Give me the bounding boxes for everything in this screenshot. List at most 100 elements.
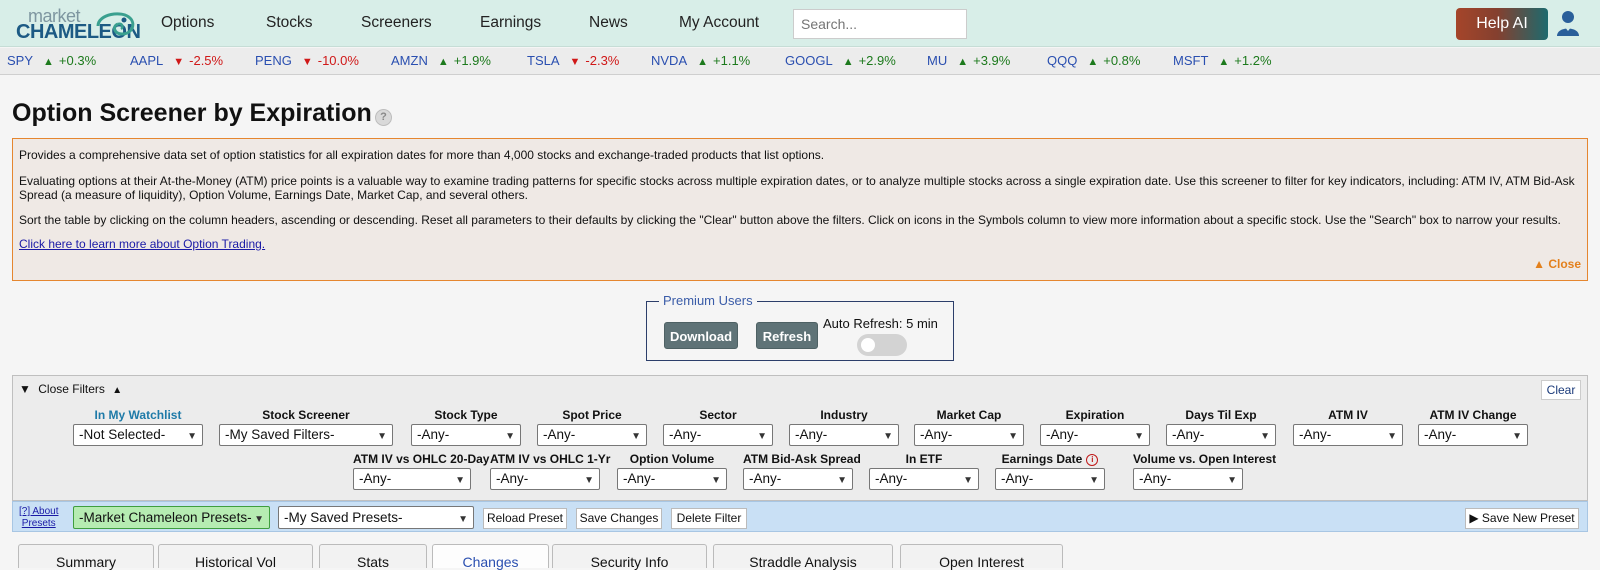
close-filters-toggle[interactable]: ▼ Close Filters ▲ (19, 382, 122, 396)
learn-options-link[interactable]: Click here to learn more about Option Tr… (19, 237, 265, 251)
filter-label: Spot Price (537, 408, 647, 423)
ticker-item[interactable]: TSLA ▼ -2.3% (527, 53, 619, 68)
help-ai-button[interactable]: Help AI (1456, 8, 1548, 40)
filter-select[interactable]: -Any- ▼ (490, 468, 600, 490)
reload-preset-button[interactable]: Reload Preset (483, 508, 567, 529)
filter-label: In ETF (869, 452, 979, 467)
filter-label-text: Option Volume (629, 452, 715, 466)
nav-stocks[interactable]: Stocks (266, 14, 313, 32)
filter-label-text: ATM IV vs OHLC 1-Yr (490, 452, 611, 466)
tab-security-info[interactable]: Security Info (552, 544, 707, 570)
chevron-down-icon: ▼ (837, 475, 847, 486)
chevron-down-icon: ▼ (757, 431, 767, 442)
tab-open-interest[interactable]: Open Interest (900, 544, 1063, 570)
ticker-item[interactable]: PENG ▼ -10.0% (255, 53, 359, 68)
arrow-up-icon: ▲ (43, 56, 54, 68)
chevron-down-icon: ▼ (1089, 475, 1099, 486)
filter-select[interactable]: -Any- ▼ (617, 468, 727, 490)
ticker-change: +3.9% (973, 53, 1011, 68)
user-account-icon[interactable] (1556, 9, 1580, 37)
clear-filters-button[interactable]: Clear (1541, 380, 1581, 400)
save-changes-button[interactable]: Save Changes (576, 508, 662, 529)
ticker-item[interactable]: AAPL ▼ -2.5% (130, 53, 223, 68)
market-chameleon-presets-select[interactable]: -Market Chameleon Presets- ▼ (73, 506, 270, 529)
my-saved-presets-select[interactable]: -My Saved Presets- ▼ (278, 506, 474, 529)
filter-volume-vs-open-interest: Volume vs. Open Interest -Any- ▼ (1133, 452, 1276, 490)
tab-historical-vol[interactable]: Historical Vol (158, 544, 313, 570)
ticker-change: -10.0% (317, 53, 359, 68)
close-description-link[interactable]: ▲ Close (1533, 257, 1581, 271)
chevron-down-icon: ▼ (963, 475, 973, 486)
ticker-item[interactable]: NVDA ▲ +1.1% (651, 53, 750, 68)
ticker-item[interactable]: QQQ ▲ +0.8% (1047, 53, 1140, 68)
chevron-down-icon: ▼ (1387, 431, 1397, 442)
tab-straddle-analysis[interactable]: Straddle Analysis (713, 544, 893, 570)
filter-icon: ▼ (19, 382, 31, 396)
filter-label-text: Spot Price (562, 408, 622, 422)
search-input[interactable] (793, 9, 967, 39)
ticker-item[interactable]: MU ▲ +3.9% (927, 53, 1010, 68)
nav-earnings[interactable]: Earnings (480, 14, 541, 32)
chevron-down-icon: ▼ (377, 431, 387, 442)
tab-stats[interactable]: Stats (319, 544, 427, 570)
ticker-item[interactable]: GOOGL ▲ +2.9% (785, 53, 896, 68)
chevron-down-icon: ▼ (1134, 431, 1144, 442)
filter-select-value: -Any- (875, 471, 908, 486)
filter-select[interactable]: -Any- ▼ (1293, 424, 1403, 446)
ticker-item[interactable]: SPY ▲ +0.3% (7, 53, 96, 68)
ticker-change: +2.9% (858, 53, 896, 68)
save-new-preset-button[interactable]: ▶ Save New Preset (1465, 508, 1579, 529)
about-presets-link[interactable]: [?] About Presets (19, 506, 58, 530)
chevron-down-icon: ▼ (254, 514, 264, 525)
filter-label-text: Stock Screener (262, 408, 350, 422)
chevron-down-icon: ▼ (505, 431, 515, 442)
filter-select[interactable]: -Any- ▼ (789, 424, 899, 446)
ticker-change: -2.3% (585, 53, 620, 68)
ticker-item[interactable]: AMZN ▲ +1.9% (391, 53, 491, 68)
filter-select[interactable]: -Any- ▼ (1133, 468, 1243, 490)
delete-filter-button[interactable]: Delete Filter (671, 508, 747, 529)
filter-select[interactable]: -Any- ▼ (1418, 424, 1528, 446)
filter-select[interactable]: -Any- ▼ (411, 424, 521, 446)
filters-panel: ▼ Close Filters ▲ Clear In My Watchlist -… (12, 375, 1588, 501)
filter-select[interactable]: -Not Selected- ▼ (73, 424, 203, 446)
filter-label-text: ATM IV Change (1429, 408, 1517, 422)
ticker-symbol: PENG (255, 53, 292, 68)
nav-news[interactable]: News (589, 14, 628, 32)
description-p2: Evaluating options at their At-the-Money… (19, 174, 1575, 202)
filter-select[interactable]: -Any- ▼ (743, 468, 853, 490)
tab-summary[interactable]: Summary (18, 544, 154, 570)
nav-screeners[interactable]: Screeners (361, 14, 432, 32)
filter-label-text: Stock Type (434, 408, 498, 422)
filter-select[interactable]: -Any- ▼ (1166, 424, 1276, 446)
filter-select-value: -My Saved Filters- (225, 427, 335, 442)
chevron-down-icon: ▼ (458, 514, 468, 525)
filter-select[interactable]: -Any- ▼ (995, 468, 1105, 490)
filter-select-value: -Any- (1299, 427, 1332, 442)
filter-select[interactable]: -Any- ▼ (914, 424, 1024, 446)
info-icon[interactable]: i (1086, 453, 1099, 466)
filter-label: Industry (789, 408, 899, 423)
site-logo[interactable]: market CHAMELEON (16, 6, 141, 43)
refresh-button[interactable]: Refresh (756, 322, 818, 349)
filter-select[interactable]: -Any- ▼ (537, 424, 647, 446)
tab-changes[interactable]: Changes (432, 544, 549, 570)
ticker-symbol: MU (927, 53, 948, 68)
auto-refresh-toggle[interactable] (857, 334, 907, 356)
ticker-change: +0.3% (58, 53, 97, 68)
filter-select[interactable]: -Any- ▼ (663, 424, 773, 446)
ticker-change: -2.5% (189, 53, 224, 68)
download-button[interactable]: Download (664, 322, 738, 349)
filter-select[interactable]: -Any- ▼ (1040, 424, 1150, 446)
filter-label: Sector (663, 408, 773, 423)
filter-select[interactable]: -Any- ▼ (353, 468, 471, 490)
ticker-item[interactable]: MSFT ▲ +1.2% (1173, 53, 1272, 68)
ticker-change: +0.8% (1103, 53, 1141, 68)
ticker-change: +1.9% (453, 53, 491, 68)
filter-spot-price: Spot Price -Any- ▼ (537, 408, 647, 446)
filter-select[interactable]: -Any- ▼ (869, 468, 979, 490)
nav-options[interactable]: Options (161, 14, 214, 32)
nav-my-account[interactable]: My Account (679, 14, 759, 32)
filter-select[interactable]: -My Saved Filters- ▼ (219, 424, 393, 446)
help-icon[interactable]: ? (375, 109, 392, 126)
